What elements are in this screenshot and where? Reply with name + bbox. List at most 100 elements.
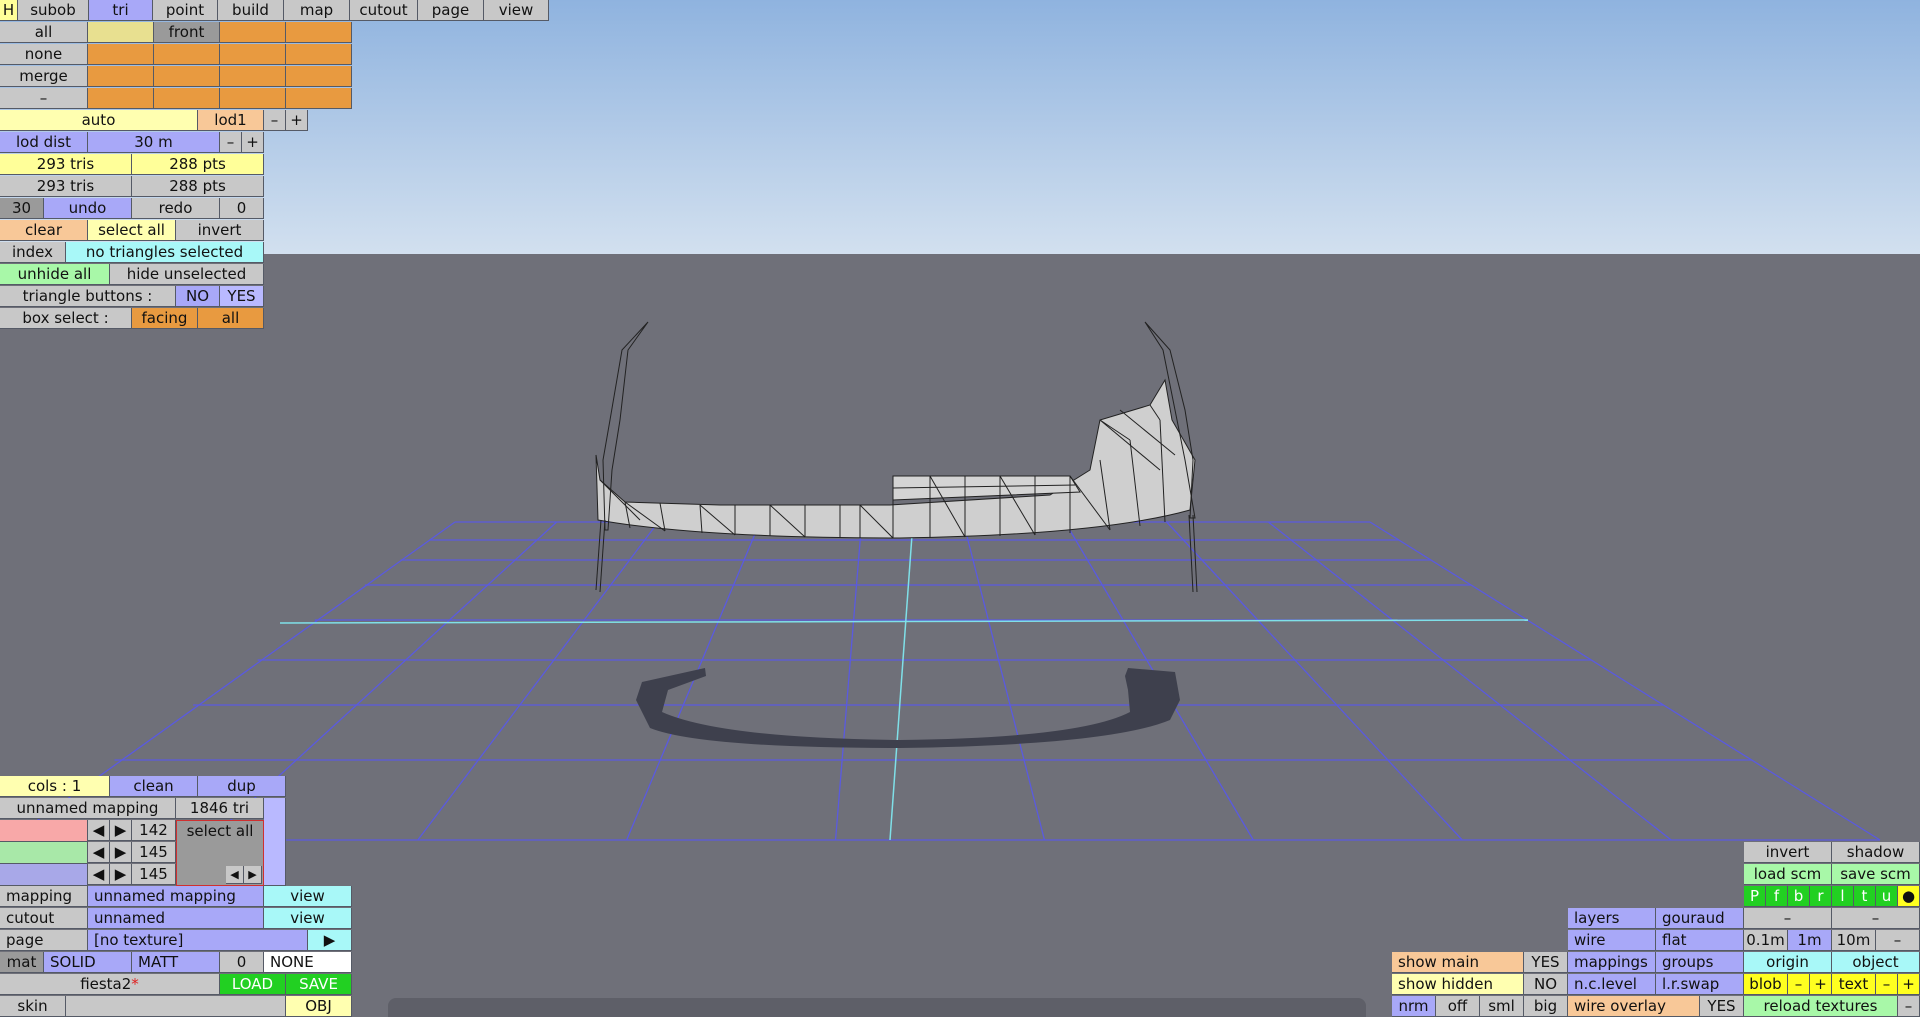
- minus-left-button[interactable]: –: [1744, 908, 1832, 929]
- lod-auto-button[interactable]: auto: [0, 110, 198, 131]
- save-button[interactable]: SAVE: [286, 974, 352, 995]
- minus-button[interactable]: –: [0, 88, 88, 109]
- cutout-select[interactable]: unnamed: [88, 908, 264, 929]
- skin-button[interactable]: skin: [0, 996, 66, 1017]
- preview-prev-button[interactable]: ◀: [226, 866, 244, 884]
- mat-matt-button[interactable]: MATT: [132, 952, 220, 973]
- groups-button[interactable]: groups: [1656, 952, 1744, 973]
- grid-10m-button[interactable]: 10m: [1832, 930, 1876, 951]
- select-all-button[interactable]: all: [0, 22, 88, 43]
- green-slider[interactable]: [0, 842, 88, 864]
- show-hidden-toggle[interactable]: NO: [1524, 974, 1568, 995]
- view-under-button[interactable]: u: [1876, 886, 1898, 907]
- menu-cutout[interactable]: cutout: [350, 0, 418, 21]
- view-right-button[interactable]: r: [1810, 886, 1832, 907]
- group-cell[interactable]: [286, 66, 352, 87]
- mappings-button[interactable]: mappings: [1568, 952, 1656, 973]
- skin-field[interactable]: [66, 996, 286, 1017]
- minus-right-button[interactable]: –: [1832, 908, 1920, 929]
- unhide-all-button[interactable]: unhide all: [0, 264, 110, 285]
- select-none-button[interactable]: none: [0, 44, 88, 65]
- reload-textures-button[interactable]: reload textures: [1744, 996, 1898, 1017]
- save-scm-button[interactable]: save scm: [1832, 864, 1920, 885]
- hide-unselected-button[interactable]: hide unselected: [110, 264, 264, 285]
- merge-button[interactable]: merge: [0, 66, 88, 87]
- blob-button[interactable]: blob: [1744, 974, 1788, 995]
- group-cell[interactable]: [286, 88, 352, 109]
- normals-off-button[interactable]: off: [1436, 996, 1480, 1017]
- blue-increase-button[interactable]: ▶: [110, 864, 132, 885]
- group-cell[interactable]: [220, 88, 286, 109]
- invert-button[interactable]: invert: [1744, 842, 1832, 863]
- text-button[interactable]: text: [1832, 974, 1876, 995]
- lod-minus-button[interactable]: –: [264, 110, 286, 131]
- menu-build[interactable]: build: [218, 0, 284, 21]
- blue-slider[interactable]: [0, 864, 88, 886]
- triangle-buttons-no[interactable]: NO: [176, 286, 220, 307]
- viewport-3d[interactable]: [0, 0, 1920, 1017]
- mat-none-field[interactable]: NONE: [264, 952, 352, 973]
- view-top-button[interactable]: t: [1854, 886, 1876, 907]
- menu-tri[interactable]: tri: [89, 0, 153, 21]
- mapping-name[interactable]: unnamed mapping: [0, 798, 176, 819]
- load-scm-button[interactable]: load scm: [1744, 864, 1832, 885]
- gouraud-button[interactable]: gouraud: [1656, 908, 1744, 929]
- group-cell[interactable]: [220, 22, 286, 43]
- redo-button[interactable]: redo: [132, 198, 220, 219]
- load-button[interactable]: LOAD: [220, 974, 286, 995]
- shadow-button[interactable]: shadow: [1832, 842, 1920, 863]
- group-cell[interactable]: [286, 44, 352, 65]
- green-decrease-button[interactable]: ◀: [88, 842, 110, 863]
- page-play-button[interactable]: ▶: [308, 930, 352, 951]
- obj-button[interactable]: OBJ: [286, 996, 352, 1017]
- lod-dist-value[interactable]: 30 m: [88, 132, 220, 153]
- grid-minus-button[interactable]: –: [1876, 930, 1920, 951]
- preview-next-button[interactable]: ▶: [244, 866, 262, 884]
- view-persp-button[interactable]: P: [1744, 886, 1766, 907]
- red-slider[interactable]: [0, 820, 88, 842]
- view-dot-button[interactable]: ●: [1898, 886, 1920, 907]
- group-cell[interactable]: [154, 88, 220, 109]
- menu-view[interactable]: view: [484, 0, 549, 21]
- blob-plus-button[interactable]: +: [1810, 974, 1832, 995]
- page-texture-select[interactable]: [no texture]: [88, 930, 308, 951]
- horizontal-scrollbar[interactable]: [388, 998, 1366, 1017]
- lr-swap-button[interactable]: l.r.swap: [1656, 974, 1744, 995]
- show-main-toggle[interactable]: YES: [1524, 952, 1568, 973]
- lod-plus-button[interactable]: +: [286, 110, 308, 131]
- menu-subob[interactable]: subob: [18, 0, 89, 21]
- normals-big-button[interactable]: big: [1524, 996, 1568, 1017]
- grid-01m-button[interactable]: 0.1m: [1744, 930, 1788, 951]
- normals-small-button[interactable]: sml: [1480, 996, 1524, 1017]
- view-left-button[interactable]: l: [1832, 886, 1854, 907]
- front-group-button[interactable]: front: [154, 22, 220, 43]
- menu-h[interactable]: H: [0, 0, 18, 21]
- mapping-view-button[interactable]: view: [264, 886, 352, 907]
- mat-number[interactable]: 0: [220, 952, 264, 973]
- wire-button[interactable]: wire: [1568, 930, 1656, 951]
- blue-decrease-button[interactable]: ◀: [88, 864, 110, 885]
- file-name[interactable]: fiesta2*: [0, 974, 220, 995]
- lod-dist-plus-button[interactable]: +: [242, 132, 264, 153]
- select-all-tris-button[interactable]: select all: [88, 220, 176, 241]
- object-button[interactable]: object: [1832, 952, 1920, 973]
- origin-button[interactable]: origin: [1744, 952, 1832, 973]
- undo-button[interactable]: undo: [44, 198, 132, 219]
- group-cell[interactable]: [154, 66, 220, 87]
- green-increase-button[interactable]: ▶: [110, 842, 132, 863]
- group-cell[interactable]: [88, 44, 154, 65]
- group-cell[interactable]: [220, 66, 286, 87]
- layers-button[interactable]: layers: [1568, 908, 1656, 929]
- cols-count[interactable]: cols : 1: [0, 776, 110, 797]
- wire-overlay-toggle[interactable]: YES: [1700, 996, 1744, 1017]
- group-cell[interactable]: [286, 22, 352, 43]
- grid-1m-button[interactable]: 1m: [1788, 930, 1832, 951]
- clean-button[interactable]: clean: [110, 776, 198, 797]
- view-back-button[interactable]: b: [1788, 886, 1810, 907]
- dup-button[interactable]: dup: [198, 776, 286, 797]
- clear-selection-button[interactable]: clear: [0, 220, 88, 241]
- box-select-facing[interactable]: facing: [132, 308, 198, 329]
- box-select-all[interactable]: all: [198, 308, 264, 329]
- normals-button[interactable]: nrm: [1392, 996, 1436, 1017]
- group-cell[interactable]: [88, 66, 154, 87]
